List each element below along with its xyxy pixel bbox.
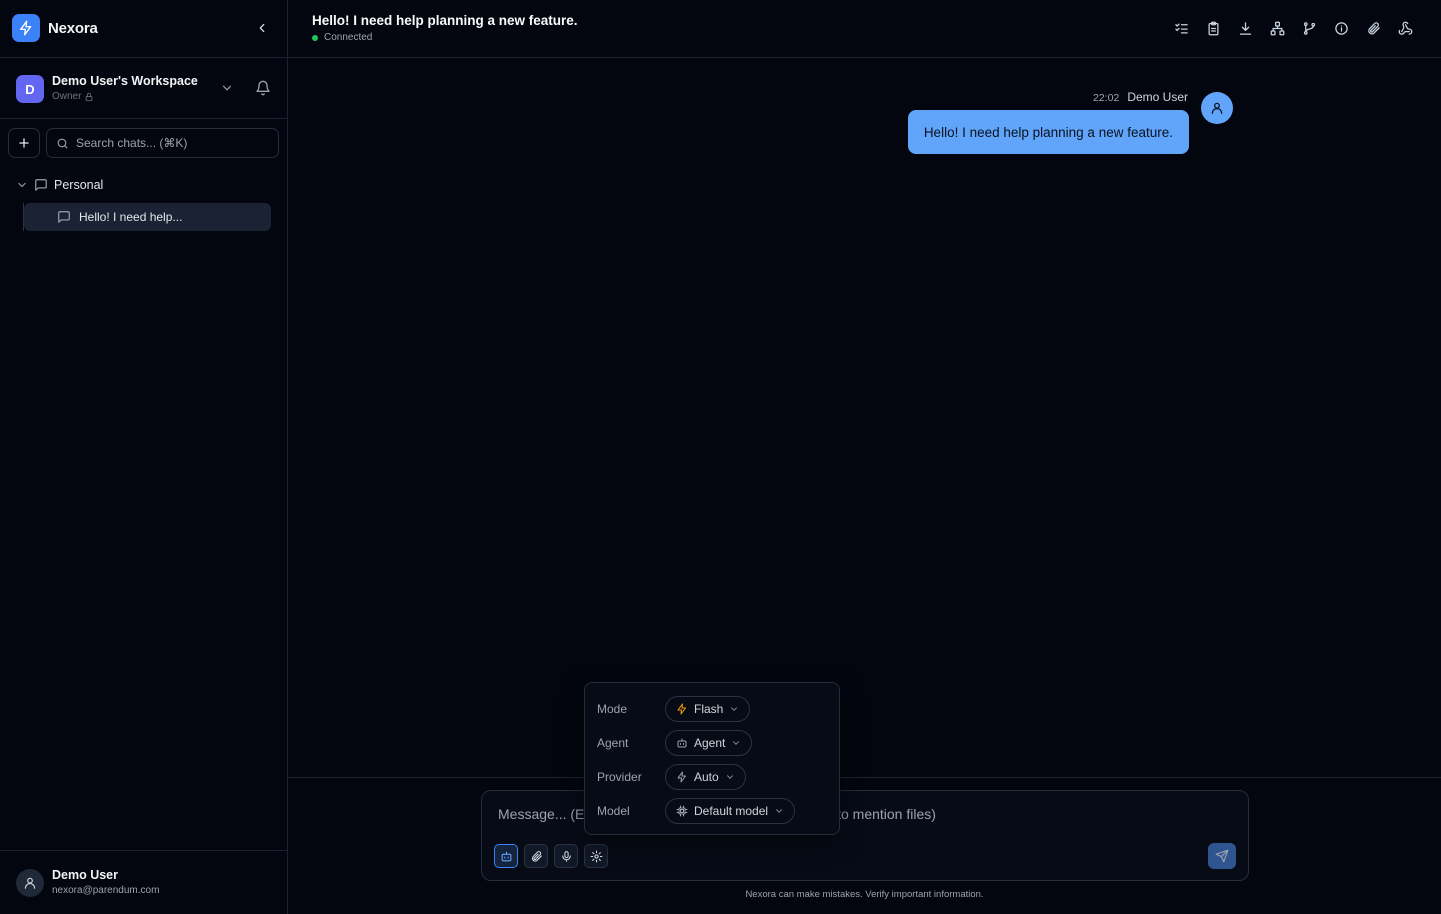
user-name: Demo User — [52, 868, 118, 882]
mode-select[interactable]: Flash — [665, 696, 751, 722]
bot-icon — [677, 738, 687, 748]
settings-popover: Mode Flash Agent Agent Provider Auto Mod… — [584, 682, 840, 835]
chevron-down-icon — [18, 182, 26, 188]
lock-icon — [86, 92, 93, 101]
workspace-switcher[interactable]: D Demo User's Workspace Owner — [0, 58, 287, 119]
sidebar: Nexora D Demo User's Workspace Owner Per… — [0, 0, 288, 914]
attach-file-button[interactable] — [524, 844, 548, 868]
zap-icon — [677, 771, 686, 783]
download-button[interactable] — [1237, 19, 1253, 37]
user-profile[interactable]: Demo User nexora@parendum.com — [0, 850, 287, 914]
info-button[interactable] — [1333, 19, 1349, 37]
provider-value: Auto — [694, 770, 719, 784]
brand-bar: Nexora — [0, 0, 287, 58]
app-logo-icon — [12, 14, 40, 42]
agent-value: Agent — [694, 736, 726, 750]
user-email: nexora@parendum.com — [52, 885, 160, 896]
list-icon — [1174, 23, 1188, 33]
chat-item-label: Hello! I need help... — [79, 210, 183, 224]
chevron-down-icon — [731, 707, 738, 711]
app-name: Nexora — [48, 20, 98, 37]
agent-toggle-button[interactable] — [494, 844, 518, 868]
mode-value: Flash — [694, 702, 724, 716]
chevron-down-icon — [733, 741, 740, 745]
attachments-button[interactable] — [1365, 19, 1381, 37]
plus-icon — [19, 138, 29, 148]
chevron-left-icon — [259, 23, 265, 33]
bot-icon — [501, 851, 511, 861]
webhook-button[interactable] — [1397, 19, 1413, 37]
user-icon — [1211, 102, 1223, 114]
model-value: Default model — [694, 804, 769, 818]
git-branch-icon — [1303, 21, 1315, 35]
message-square-icon — [35, 179, 47, 191]
connection-status: Connected — [312, 32, 372, 43]
header-toolbar — [1173, 19, 1413, 37]
message-avatar — [1201, 92, 1233, 124]
folder-personal[interactable]: Personal — [16, 176, 103, 194]
branch-button[interactable] — [1301, 19, 1317, 37]
collapse-sidebar-button[interactable] — [252, 18, 272, 38]
workspace-role-label: Owner — [52, 91, 82, 102]
download-icon — [1239, 21, 1251, 35]
workspace-name: Demo User's Workspace — [52, 74, 198, 88]
message-time: 22:02 — [1093, 92, 1120, 104]
search-icon — [57, 138, 68, 148]
message-square-icon — [58, 211, 70, 223]
settings-button[interactable] — [584, 844, 608, 868]
chevron-down-icon — [726, 775, 733, 779]
provider-select[interactable]: Auto — [665, 764, 746, 790]
message-meta: 22:02 Demo User — [1093, 90, 1188, 104]
composer-divider — [288, 777, 1441, 778]
agent-row: Agent Agent — [585, 730, 841, 756]
notifications-button[interactable] — [255, 80, 271, 96]
disclaimer: Nexora can make mistakes. Verify importa… — [745, 889, 984, 900]
voice-input-button[interactable] — [554, 844, 578, 868]
workspace-role: Owner — [52, 91, 94, 102]
chat-header: Hello! I need help planning a new featur… — [288, 0, 1441, 58]
cpu-icon — [676, 805, 688, 817]
user-avatar — [16, 869, 44, 897]
user-message-bubble: Hello! I need help planning a new featur… — [907, 110, 1189, 154]
send-button[interactable] — [1208, 843, 1236, 869]
provider-row: Provider Auto — [585, 764, 841, 790]
gear-icon — [590, 850, 602, 862]
info-icon — [1334, 21, 1348, 35]
chevron-down-icon — [222, 85, 232, 91]
tasks-button[interactable] — [1173, 19, 1189, 37]
paperclip-icon — [531, 850, 542, 862]
message-author: Demo User — [1127, 90, 1188, 104]
status-dot — [312, 34, 318, 41]
send-icon — [1215, 849, 1229, 863]
sitemap-icon — [1270, 21, 1284, 35]
model-select[interactable]: Default model — [665, 798, 796, 824]
agent-label: Agent — [597, 736, 629, 750]
clipboard-button[interactable] — [1205, 19, 1221, 37]
zap-icon — [677, 703, 686, 715]
mode-label: Mode — [597, 702, 628, 716]
workspace-dropdown-button[interactable] — [220, 81, 234, 95]
clipboard-icon — [1208, 21, 1218, 35]
bell-icon — [256, 80, 270, 96]
agent-select[interactable]: Agent — [665, 730, 753, 756]
new-chat-button[interactable] — [8, 128, 40, 158]
status-text: Connected — [324, 32, 373, 43]
provider-label: Provider — [597, 770, 642, 784]
chat-title: Hello! I need help planning a new featur… — [312, 13, 578, 28]
model-label: Model — [597, 804, 630, 818]
structure-button[interactable] — [1269, 19, 1285, 37]
model-row: Model Default model — [585, 798, 841, 824]
paperclip-icon — [1367, 21, 1380, 34]
chat-list-item[interactable]: Hello! I need help... — [24, 203, 271, 231]
workspace-avatar: D — [16, 75, 44, 103]
mode-row: Mode Flash — [585, 696, 841, 722]
search-chats — [46, 128, 279, 158]
search-input[interactable] — [76, 136, 266, 150]
folder-label: Personal — [54, 178, 104, 192]
webhook-icon — [1398, 21, 1412, 35]
microphone-icon — [561, 850, 571, 862]
user-icon — [24, 877, 36, 889]
chevron-down-icon — [776, 809, 782, 813]
